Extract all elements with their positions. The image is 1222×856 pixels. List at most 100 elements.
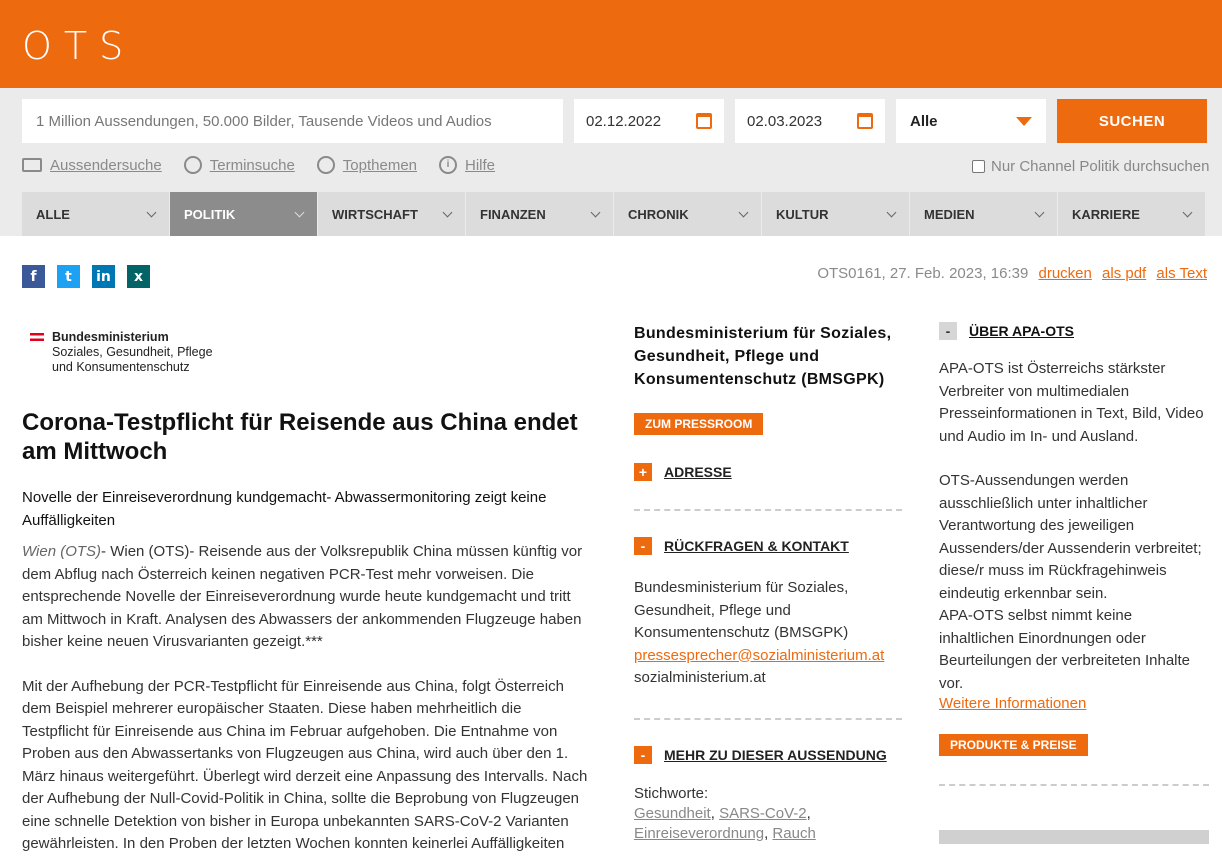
nav-label: MEDIEN [924,206,975,222]
nav-item-finanzen[interactable]: FINANZEN [466,192,614,236]
chevron-down-icon [294,207,305,217]
about-section-toggle[interactable]: - ÜBER APA-OTS [939,322,1209,340]
more-section-toggle[interactable]: - MEHR ZU DIESER AUSSENDUNG [634,745,902,764]
clock-icon [183,156,202,174]
about-sidebar: - ÜBER APA-OTS APA-OTS ist Österreichs s… [939,322,1209,786]
contact-email-link[interactable]: pressesprecher@sozialministerium.at [634,647,884,664]
compass-icon [316,156,335,174]
about-paragraph: APA-OTS ist Österreichs stärkster Verbre… [939,360,1204,445]
nav-item-politik[interactable]: POLITIK [170,192,318,236]
search-tool-links: Aussendersuche Terminsuche Topthemen i H… [22,156,495,174]
lead-text: - Wien (OTS)- Reisende aus der Volksrepu… [22,543,583,650]
contact-org: Bundesministerium für Soziales, Gesundhe… [634,579,849,641]
contact-web: sozialministerium.at [634,669,766,686]
nav-item-medien[interactable]: MEDIEN [910,192,1058,236]
date-to-field[interactable]: 02.03.2023 [735,99,885,143]
about-paragraph: OTS-Aussendungen werden ausschließlich u… [939,472,1202,602]
nav-item-alle[interactable]: ALLE [22,192,170,236]
chevron-down-icon [1182,207,1193,217]
nav-label: FINANZEN [480,206,546,222]
search-button[interactable]: SUCHEN [1057,99,1207,143]
article-body: Wien (OTS)- Wien (OTS)- Reisende aus der… [22,541,592,856]
nav-item-karriere[interactable]: KARRIERE [1058,192,1206,236]
link-label: Aussendersuche [50,156,162,174]
address-section-toggle[interactable]: + ADRESSE [634,463,902,481]
keyword-link[interactable]: Einreiseverordnung [634,825,764,842]
nav-label: KARRIERE [1072,206,1140,222]
austria-flag-icon [30,333,44,341]
nav-label: KULTUR [776,206,829,222]
article-subtitle: Novelle der Einreiseverordnung kundgemac… [22,489,547,529]
link-label: Terminsuche [209,156,295,174]
nav-label: POLITIK [184,206,236,222]
date-from-value: 02.12.2022 [586,112,662,130]
category-nav: ALLE POLITIK WIRTSCHAFT FINANZEN CHRONIK… [22,192,1206,236]
article-title: Corona-Testpflicht für Reisende aus Chin… [22,409,578,465]
keyword-link[interactable]: Gesundheit [634,805,711,822]
contact-block: Bundesministerium für Soziales, Gesundhe… [634,577,902,690]
article-lead: Wien (OTS)- Wien (OTS)- Reisende aus der… [22,541,592,654]
info-icon: i [439,156,458,174]
chevron-down-icon [1034,207,1045,217]
twitter-icon[interactable]: t [57,265,80,288]
more-heading: MEHR ZU DIESER AUSSENDUNG [664,746,887,763]
link-terminsuche[interactable]: Terminsuche [183,156,295,174]
header-bar: OTS [0,0,1222,88]
chevron-down-icon [886,207,897,217]
sender-logo-line1: Bundesministerium [52,330,169,344]
share-bar: f t in x [22,265,150,288]
link-hilfe[interactable]: i Hilfe [439,156,495,174]
chevron-down-icon [590,207,601,217]
print-link[interactable]: drucken [1038,265,1091,282]
article: Bundesministerium Soziales, Gesundheit, … [22,330,592,856]
dateline: Wien (OTS) [22,543,102,560]
building-icon [22,158,42,172]
channel-checkbox-label: Nur Channel Politik durchsuchen [991,158,1210,175]
keywords-block: Stichworte: Gesundheit, SARS-CoV-2, Einr… [634,784,902,844]
nav-label: WIRTSCHAFT [332,206,418,222]
sender-logo[interactable]: Bundesministerium Soziales, Gesundheit, … [30,330,592,375]
category-select[interactable]: Alle [896,99,1046,143]
channel-checkbox[interactable]: Nur Channel Politik durchsuchen [972,158,1209,175]
contact-section-toggle[interactable]: - RÜCKFRAGEN & KONTAKT [634,537,902,555]
calendar-icon[interactable] [857,113,873,129]
chevron-down-icon [738,207,749,217]
link-label: Hilfe [465,156,496,174]
more-info-link[interactable]: Weitere Informationen [939,695,1086,712]
minus-icon: - [634,537,652,555]
keyword-link[interactable]: SARS-CoV-2 [719,805,807,822]
text-link[interactable]: als Text [1156,265,1207,282]
link-label: Topthemen [342,156,418,174]
ots-logo[interactable]: OTS [22,24,135,68]
pdf-link[interactable]: als pdf [1102,265,1146,282]
teaser-image[interactable] [939,830,1209,844]
products-button[interactable]: PRODUKTE & PREISE [939,734,1088,756]
xing-icon[interactable]: x [127,265,150,288]
linkedin-icon[interactable]: in [92,265,115,288]
link-aussendersuche[interactable]: Aussendersuche [22,156,162,174]
checkbox-box[interactable] [972,160,985,173]
divider [634,509,902,511]
facebook-icon[interactable]: f [22,265,45,288]
link-topthemen[interactable]: Topthemen [316,156,418,174]
sender-logo-line2: Soziales, Gesundheit, Pflege [52,345,213,359]
minus-icon: - [634,745,652,764]
plus-icon: + [634,463,652,481]
minus-icon: - [939,322,957,340]
nav-item-wirtschaft[interactable]: WIRTSCHAFT [318,192,466,236]
contact-heading: RÜCKFRAGEN & KONTAKT [664,538,849,554]
caret-down-icon [1016,116,1032,126]
search-panel: 02.12.2022 02.03.2023 Alle SUCHEN Aussen… [0,88,1222,236]
search-input[interactable] [22,99,563,143]
nav-label: CHRONIK [628,206,689,222]
keyword-link[interactable]: Rauch [772,825,815,842]
sender-logo-line3: und Konsumentenschutz [52,360,190,374]
pressroom-button[interactable]: ZUM PRESSROOM [634,413,764,435]
divider [634,717,902,720]
nav-item-chronik[interactable]: CHRONIK [614,192,762,236]
calendar-icon[interactable] [696,113,712,129]
sender-sidebar: Bundesministerium für Soziales, Gesundhe… [634,322,902,844]
date-from-field[interactable]: 02.12.2022 [574,99,724,143]
article-paragraph: Mit der Aufhebung der PCR-Testpflicht fü… [22,677,588,853]
nav-item-kultur[interactable]: KULTUR [762,192,910,236]
